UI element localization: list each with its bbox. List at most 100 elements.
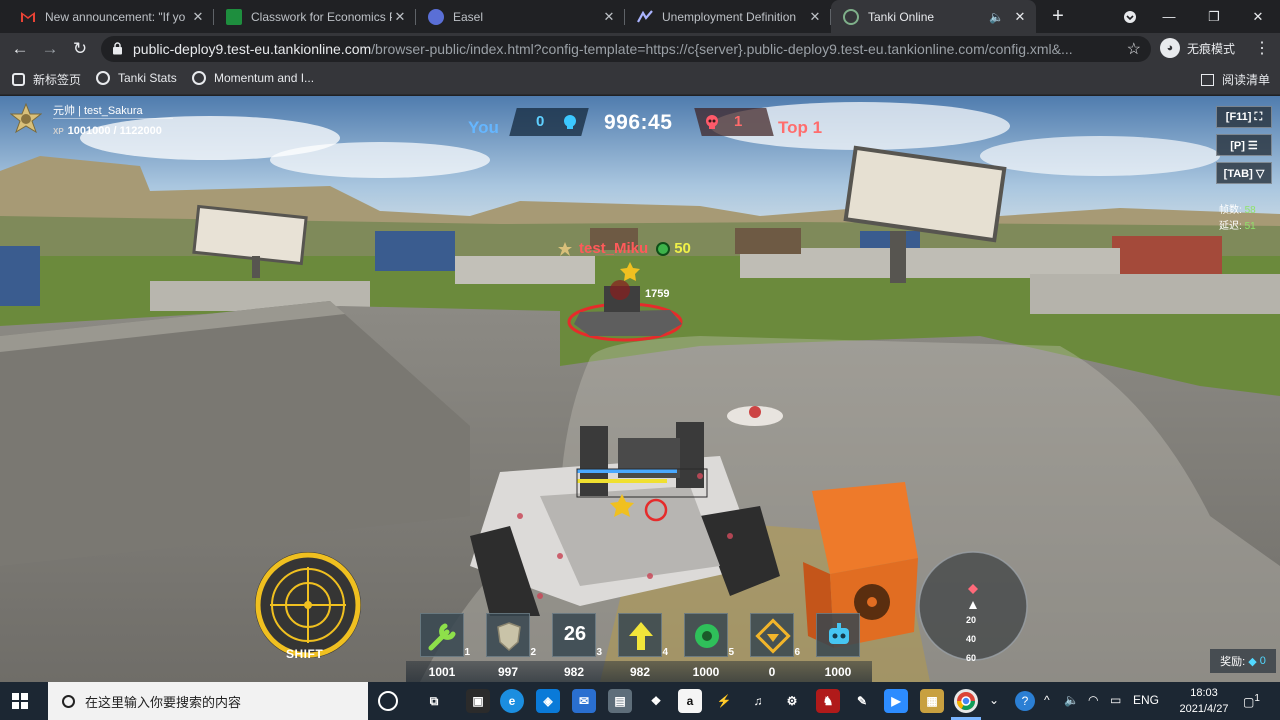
supply-count: 1000 xyxy=(824,665,852,679)
supply-count: 1001 xyxy=(428,665,456,679)
audio-icon[interactable]: ♫ xyxy=(746,689,770,713)
bookmarks-bar: 新标签页 Tanki Stats Momentum and I... 阅读清单 xyxy=(0,65,1280,95)
wifi-icon[interactable]: ◠ xyxy=(1088,693,1098,707)
close-icon[interactable]: ✕ xyxy=(392,9,408,25)
team-top-label: Top 1 xyxy=(778,118,823,137)
clock[interactable]: 18:03 2021/4/27 xyxy=(1172,685,1236,717)
language-indicator[interactable]: ENG xyxy=(1133,693,1159,707)
mail-icon[interactable]: ✉ xyxy=(572,689,596,713)
team-blue-icon xyxy=(564,115,576,129)
reward-counter: 奖励: ◆ 0 xyxy=(1210,649,1276,673)
globe-icon xyxy=(192,71,206,85)
game-canvas[interactable]: 元帅 | test_Sakura XP 1001000 / 1122000 You… xyxy=(0,96,1280,682)
incognito-indicator[interactable]: ◕ 无痕模式 xyxy=(1160,38,1235,58)
crystal-icon: ◆ xyxy=(1248,655,1257,668)
bolt-icon[interactable]: ⚡ xyxy=(712,689,736,713)
fullscreen-button[interactable]: [F11] ⛶ xyxy=(1216,106,1272,128)
tab-title: New announcement: "If yo xyxy=(45,9,186,24)
level-icon xyxy=(656,241,671,256)
taskbar-search-input[interactable]: 在这里输入你要搜索的内容 xyxy=(48,682,368,720)
battle-scene xyxy=(0,96,1280,682)
drone-icon xyxy=(829,623,849,644)
fps-stat: 帧数: 58 xyxy=(1219,205,1256,216)
tab-unemployment[interactable]: Unemployment Definition ✕ xyxy=(625,0,831,33)
bookmark-star-icon[interactable]: ☆ xyxy=(1127,39,1141,59)
menu-icon[interactable]: ⋮ xyxy=(1254,38,1270,58)
close-window-button[interactable]: ✕ xyxy=(1236,0,1280,33)
close-icon[interactable]: ✕ xyxy=(190,9,206,25)
cortana-icon[interactable] xyxy=(378,691,398,711)
chrome-icon[interactable] xyxy=(954,689,978,713)
close-icon[interactable]: ✕ xyxy=(1012,9,1028,25)
bookmark-new-tab[interactable]: 新标签页 xyxy=(12,71,81,88)
notification-icon[interactable]: ▢1 xyxy=(1243,693,1260,709)
team-you-label: You xyxy=(468,118,499,137)
volume-icon[interactable]: 🔈 xyxy=(1064,693,1079,707)
maximize-button[interactable]: ❐ xyxy=(1192,0,1236,33)
amazon-icon[interactable]: a xyxy=(678,689,702,713)
windows-start-icon[interactable] xyxy=(12,693,28,709)
browser-toolbar: ← → ↻ public-deploy9.test-eu.tankionline… xyxy=(0,33,1280,65)
close-icon[interactable]: ✕ xyxy=(807,9,823,25)
enemy-name: test_Miku xyxy=(579,240,649,257)
reload-button[interactable]: ↻ xyxy=(68,37,92,61)
rank-marshal-icon xyxy=(10,103,42,134)
minimap-radar xyxy=(918,551,1028,661)
battery-icon[interactable]: ▭ xyxy=(1110,693,1121,707)
supply-drone[interactable] xyxy=(816,613,860,657)
bookmark-tanki-stats[interactable]: Tanki Stats xyxy=(96,71,177,85)
supply-repair-kit[interactable]: 1 xyxy=(420,613,470,658)
file-explorer-icon[interactable]: ▤ xyxy=(608,689,632,713)
tab-search-button[interactable] xyxy=(1108,0,1152,33)
minimize-button[interactable]: — xyxy=(1147,0,1191,33)
investopedia-icon xyxy=(637,9,653,25)
photos-icon[interactable]: ▦ xyxy=(920,689,944,713)
settings-icon[interactable]: ⚙ xyxy=(780,689,804,713)
help-icon[interactable]: ? xyxy=(1015,691,1035,711)
new-tab-button[interactable]: + xyxy=(1047,6,1069,28)
scoreboard-button[interactable]: [TAB] ▽ xyxy=(1216,162,1272,184)
radar-tick: 40 xyxy=(966,634,977,644)
screen: New announcement: "If yo ✕ Classwork for… xyxy=(0,0,1280,720)
reading-list-button[interactable]: 阅读清单 xyxy=(1201,71,1270,88)
task-view-icon[interactable]: ⧉ xyxy=(422,689,446,713)
tab-easel[interactable]: Easel ✕ xyxy=(416,0,625,33)
enemy-nameplate: test_Miku 50 xyxy=(557,240,691,257)
tray-overflow-icon[interactable]: ⌄ xyxy=(989,693,999,707)
dropbox-app-icon[interactable]: ❖ xyxy=(644,689,668,713)
dropbox-icon[interactable]: ◈ xyxy=(536,689,560,713)
store-icon[interactable]: ▣ xyxy=(466,689,490,713)
supply-mine-counter[interactable]: 26 3 xyxy=(552,613,602,658)
back-button[interactable]: ← xyxy=(8,37,32,61)
zoom-icon[interactable]: ▶ xyxy=(884,689,908,713)
forward-button[interactable]: → xyxy=(38,37,62,61)
edge-icon[interactable]: e xyxy=(500,689,524,713)
score-bar: You 0 996:45 1 Top 1 xyxy=(468,108,828,138)
supply-mine[interactable]: 5 xyxy=(684,613,734,658)
enemy-level: 50 xyxy=(674,240,691,257)
tab-title: Unemployment Definition xyxy=(662,9,797,24)
speaker-icon[interactable]: 🔈 xyxy=(989,10,1004,24)
repair-kit-icon xyxy=(428,623,456,651)
close-icon[interactable]: ✕ xyxy=(601,9,617,25)
overdrive-radar-icon[interactable] xyxy=(252,549,364,661)
team-you-score: 0 xyxy=(536,113,545,130)
incognito-icon: ◕ xyxy=(1160,38,1180,58)
armor-shield-icon xyxy=(497,622,521,652)
radar-tick: 20 xyxy=(966,615,977,625)
game-app-icon[interactable]: ♞ xyxy=(816,689,840,713)
bookmark-momentum[interactable]: Momentum and I... xyxy=(192,71,314,85)
pause-button[interactable]: [P] ☰ xyxy=(1216,134,1272,156)
supply-armor[interactable]: 2 xyxy=(486,613,536,658)
supply-gold-box[interactable]: 6 xyxy=(750,613,800,658)
paint-icon[interactable]: ✎ xyxy=(850,689,874,713)
taskbar: 在这里输入你要搜索的内容 ⧉ ▣ e ◈ ✉ ▤ ❖ a ⚡ ♫ ⚙ ♞ ✎ ▶… xyxy=(0,682,1280,720)
chevron-up-icon[interactable]: ^ xyxy=(1044,693,1050,707)
supply-speed-boost[interactable]: 4 xyxy=(618,613,668,658)
tab-gmail[interactable]: New announcement: "If yo ✕ xyxy=(8,0,214,33)
tab-classroom[interactable]: Classwork for Economics P ✕ xyxy=(214,0,416,33)
tab-tanki-online[interactable]: Tanki Online 🔈 ✕ xyxy=(831,0,1036,33)
supply-count: 0 xyxy=(768,665,776,679)
address-bar[interactable]: public-deploy9.test-eu.tankionline.com/b… xyxy=(101,36,1151,62)
shift-label: SHIFT xyxy=(286,647,324,661)
